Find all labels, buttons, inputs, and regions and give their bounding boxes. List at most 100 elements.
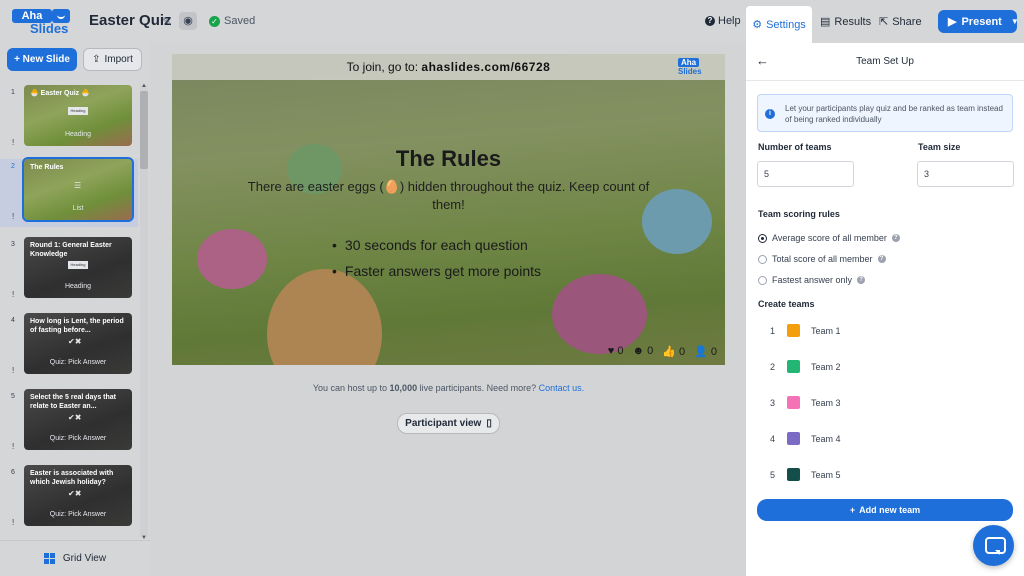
- team-color-swatch[interactable]: [787, 468, 800, 481]
- tab-settings[interactable]: ⚙ Settings: [746, 6, 812, 43]
- tab-results[interactable]: ▤ Results: [820, 15, 871, 29]
- team-size-input[interactable]: [917, 161, 1014, 187]
- team-color-swatch[interactable]: [787, 360, 800, 373]
- chat-support-icon[interactable]: [973, 525, 1014, 566]
- thumbs-count: 0: [678, 346, 686, 358]
- present-label: Present: [961, 15, 1002, 28]
- edit-pencil-icon[interactable]: ✎: [162, 15, 171, 28]
- import-button[interactable]: ⇪ Import: [83, 48, 142, 71]
- team-row[interactable]: 3 Team 3: [770, 396, 841, 409]
- slide-thumb-title: Round 1: General Easter Knowledge: [30, 242, 112, 258]
- sidebar-scrollbar[interactable]: ▲ ▼: [140, 83, 148, 541]
- check-circle-icon: ✓: [209, 15, 220, 27]
- team-name[interactable]: Team 5: [811, 470, 841, 480]
- ahaslides-logo[interactable]: Aha Slides: [10, 9, 76, 36]
- slide-type-label: List: [72, 205, 84, 212]
- slide-thumbnail[interactable]: The Rules ☰ List: [22, 157, 134, 222]
- team-color-swatch[interactable]: [787, 324, 800, 337]
- check-cross-icon: ✔✖: [68, 489, 82, 498]
- scoring-option-fastest[interactable]: Fastest answer only ?: [758, 275, 866, 285]
- grid-view-button[interactable]: Grid View: [0, 540, 150, 576]
- scoring-option-label: Average score of all member: [772, 233, 887, 243]
- settings-panel: ← Team Set Up i Let your participants pl…: [746, 43, 1024, 576]
- slide-alert-icon: !: [12, 518, 15, 527]
- slide-thumb-heading-box: Heading: [68, 107, 88, 115]
- number-of-teams-input[interactable]: [757, 161, 854, 187]
- slide-sidebar: + New Slide ⇪ Import 1 🐣 Easter Quiz 🐣 H…: [0, 43, 150, 576]
- team-color-swatch[interactable]: [787, 432, 800, 445]
- team-size-label: Team size: [918, 142, 961, 152]
- presentation-title[interactable]: Easter Quiz: [89, 12, 172, 29]
- create-teams-label: Create teams: [758, 299, 815, 309]
- slide-item[interactable]: 4 How long is Lent, the period of fastin…: [0, 313, 138, 381]
- team-row[interactable]: 4 Team 4: [770, 432, 841, 445]
- slide-thumbnail[interactable]: 🐣 Easter Quiz 🐣 Heading Heading: [24, 85, 132, 146]
- radio-unselected[interactable]: [758, 254, 767, 264]
- host-capacity-note: You can host up to 10,000 live participa…: [172, 383, 725, 393]
- team-number: 5: [770, 469, 776, 480]
- participant-view-button[interactable]: Participant view ▯: [397, 413, 500, 434]
- radio-unselected[interactable]: [758, 275, 767, 285]
- slide-heading[interactable]: The Rules: [172, 146, 725, 172]
- team-name[interactable]: Team 3: [811, 398, 841, 408]
- share-icon: ⇱: [879, 16, 889, 28]
- slide-thumbnail[interactable]: Easter is associated with which Jewish h…: [24, 465, 132, 526]
- slide-thumb-title: How long is Lent, the period of fasting …: [30, 318, 124, 334]
- gear-icon: ⚙: [752, 19, 763, 31]
- slide-thumbnail[interactable]: How long is Lent, the period of fasting …: [24, 313, 132, 374]
- tab-share[interactable]: ⇱ Share: [879, 15, 922, 29]
- reactions-bar: ♥ 0 ☻ 0 👍 0 👤 0: [608, 345, 717, 358]
- chevron-down-icon[interactable]: ▼: [1011, 17, 1019, 26]
- scrollbar-thumb[interactable]: [140, 91, 148, 169]
- import-label: Import: [104, 54, 133, 65]
- person-icon: 👤: [694, 346, 708, 358]
- slide-item[interactable]: 1 🐣 Easter Quiz 🐣 Heading Heading !: [0, 85, 138, 153]
- slide-item[interactable]: 6 Easter is associated with which Jewish…: [0, 465, 138, 533]
- question-icon[interactable]: ?: [877, 255, 886, 263]
- slide-thumbnail[interactable]: Round 1: General Easter Knowledge Headin…: [24, 237, 132, 298]
- scroll-up-arrow-icon[interactable]: ▲: [140, 83, 148, 89]
- slide-thumb-title: Easter is associated with which Jewish h…: [30, 470, 114, 486]
- heart-count: 0: [617, 345, 624, 357]
- preview-eye-icon[interactable]: ◉: [179, 12, 197, 30]
- team-row[interactable]: 5 Team 5: [770, 468, 841, 481]
- smile-icon: ☻: [632, 345, 645, 357]
- add-new-team-button[interactable]: + Add new team: [757, 499, 1013, 521]
- rules-list[interactable]: 30 seconds for each question Faster answ…: [332, 232, 541, 284]
- question-icon[interactable]: ?: [857, 276, 866, 284]
- team-info-box: i Let your participants play quiz and be…: [757, 94, 1013, 132]
- slide-alert-icon: !: [12, 212, 15, 221]
- slide-item[interactable]: 3 Round 1: General Easter Knowledge Head…: [0, 237, 138, 305]
- plus-icon: +: [849, 505, 856, 515]
- present-button[interactable]: ▶ Present ▼: [938, 10, 1019, 33]
- slide-type-label: Quiz: Pick Answer: [49, 435, 107, 442]
- team-info-text: Let your participants play quiz and be r…: [785, 104, 1003, 124]
- help-button[interactable]: ? Help: [705, 15, 741, 27]
- slide-item[interactable]: 2 The Rules ☰ List !: [0, 157, 138, 227]
- grid-view-label: Grid View: [62, 553, 107, 564]
- team-name[interactable]: Team 2: [811, 362, 841, 372]
- document-icon: ▤: [820, 16, 831, 28]
- scoring-option-average[interactable]: Average score of all member ?: [758, 233, 900, 243]
- radio-selected[interactable]: [758, 233, 767, 243]
- slide-alert-icon: !: [12, 366, 15, 375]
- team-name[interactable]: Team 4: [811, 434, 841, 444]
- slide-item[interactable]: 5 Select the 5 real days that relate to …: [0, 389, 138, 457]
- slide-number: 1: [11, 89, 15, 96]
- team-name[interactable]: Team 1: [811, 326, 841, 336]
- slide-thumbnail[interactable]: Select the 5 real days that relate to Ea…: [24, 389, 132, 450]
- team-row[interactable]: 1 Team 1: [770, 324, 841, 337]
- contact-us-link[interactable]: Contact us.: [539, 383, 585, 393]
- new-slide-button[interactable]: + New Slide: [7, 48, 77, 71]
- question-icon[interactable]: ?: [891, 234, 900, 242]
- team-row[interactable]: 2 Team 2: [770, 360, 841, 373]
- slide-description[interactable]: There are easter eggs (🥚) hidden through…: [232, 178, 665, 214]
- help-circle-icon: ?: [705, 16, 715, 26]
- scoring-option-total[interactable]: Total score of all member ?: [758, 254, 886, 264]
- saved-status: ✓ Saved: [209, 15, 255, 27]
- team-color-swatch[interactable]: [787, 396, 800, 409]
- team-number: 1: [770, 325, 776, 336]
- team-number: 3: [770, 397, 776, 408]
- slide-canvas[interactable]: To join, go to: ahaslides.com/66728 Aha …: [172, 54, 725, 365]
- scoring-option-label: Fastest answer only: [772, 275, 853, 285]
